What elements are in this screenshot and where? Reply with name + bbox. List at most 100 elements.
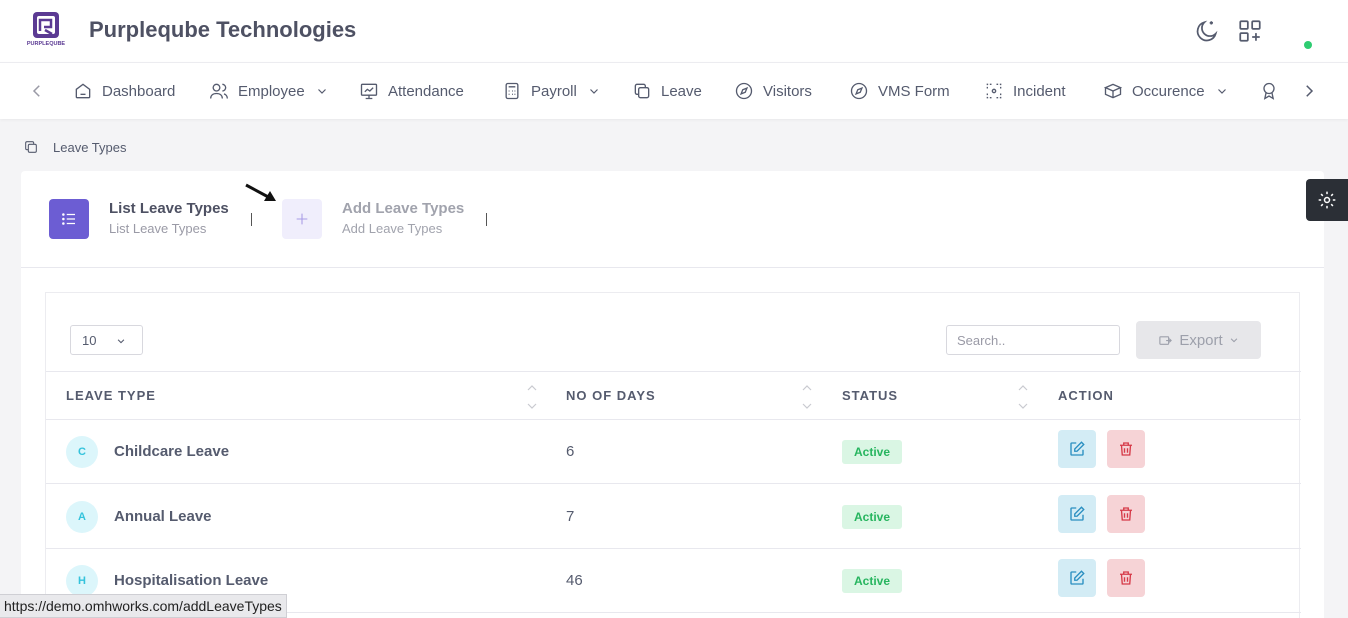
edit-button[interactable] bbox=[1058, 430, 1096, 468]
compass-icon bbox=[850, 82, 868, 100]
award-icon bbox=[1263, 82, 1275, 100]
trash-icon bbox=[1120, 507, 1132, 521]
chevron-down-icon bbox=[1217, 89, 1226, 94]
status-bar-url: https://demo.omhworks.com/addLeaveTypes bbox=[0, 594, 287, 618]
moon-icon[interactable] bbox=[1194, 18, 1220, 44]
page-length-value: 10 bbox=[82, 332, 97, 348]
no-of-days: 7 bbox=[566, 508, 575, 525]
status-badge: Active bbox=[842, 505, 902, 529]
edit-icon bbox=[1070, 506, 1085, 521]
calculator-icon bbox=[505, 82, 519, 100]
nav-item-incident[interactable]: Incident bbox=[984, 63, 1066, 119]
nav-item-dashboard[interactable]: Dashboard bbox=[73, 63, 175, 119]
nav-item-vms-form[interactable]: VMS Form bbox=[849, 63, 950, 119]
status-badge: Active bbox=[842, 569, 902, 593]
chevron-right-icon[interactable] bbox=[1300, 82, 1318, 100]
company-logo[interactable]: PURPLEQUBE bbox=[26, 10, 66, 50]
nav-label: Dashboard bbox=[102, 82, 176, 100]
settings-panel-toggle[interactable] bbox=[1306, 179, 1348, 221]
nav-item-employee[interactable]: Employee bbox=[209, 63, 328, 119]
tab-subtitle: Add Leave Types bbox=[342, 221, 443, 236]
avatar: A bbox=[66, 501, 98, 533]
logo-text: PURPLEQUBE bbox=[27, 41, 66, 47]
leave-type-name: Childcare Leave bbox=[114, 443, 230, 460]
annotation-arrow-icon bbox=[245, 183, 276, 201]
status-badge: Active bbox=[842, 440, 902, 464]
nav-item-awards[interactable] bbox=[1259, 63, 1279, 119]
chevron-down-icon bbox=[117, 339, 125, 344]
gear-icon bbox=[1318, 191, 1336, 209]
copy-icon bbox=[634, 83, 650, 99]
breadcrumb-label: Leave Types bbox=[53, 139, 127, 155]
chevron-left-icon[interactable] bbox=[28, 82, 46, 100]
edit-icon bbox=[1070, 441, 1085, 456]
tab-subtitle: List Leave Types bbox=[109, 221, 207, 236]
sort-icon[interactable] bbox=[1018, 384, 1028, 410]
monitor-chart-icon bbox=[360, 83, 378, 100]
brand-name: Purpleqube Technologies bbox=[89, 17, 357, 42]
nav-item-occurence[interactable]: Occurence bbox=[1103, 63, 1228, 119]
nav-label: Leave bbox=[661, 82, 702, 100]
edit-button[interactable] bbox=[1058, 559, 1096, 597]
nav-item-leave[interactable]: Leave bbox=[632, 63, 702, 119]
table-row: C Childcare Leave 6 Active bbox=[46, 420, 1301, 484]
table-header: LEAVE TYPE NO OF DAYS STATUS ACTION bbox=[46, 371, 1301, 420]
tab-list-leave-types[interactable] bbox=[49, 199, 89, 239]
tab-separator bbox=[486, 213, 487, 226]
tab-add-leave-types[interactable] bbox=[282, 199, 322, 239]
nav-item-attendance[interactable]: Attendance bbox=[359, 63, 464, 119]
online-status-dot bbox=[1304, 41, 1312, 49]
column-header-no-of-days[interactable]: NO OF DAYS bbox=[566, 388, 656, 403]
users-icon bbox=[210, 83, 228, 99]
column-header-action: ACTION bbox=[1058, 388, 1114, 403]
app-header: PURPLEQUBE Purpleqube Technologies bbox=[0, 0, 1348, 62]
focus-icon bbox=[986, 83, 1002, 99]
nav-label: Incident bbox=[1013, 82, 1066, 100]
apps-icon[interactable] bbox=[1237, 18, 1263, 44]
search-input[interactable] bbox=[946, 325, 1120, 355]
tab-title[interactable]: Add Leave Types bbox=[342, 200, 464, 217]
page-length-select[interactable]: 10 bbox=[70, 325, 143, 355]
leave-types-card: List Leave Types List Leave Types Add Le… bbox=[21, 171, 1324, 618]
tab-title[interactable]: List Leave Types bbox=[109, 200, 229, 217]
nav-label: Visitors bbox=[763, 82, 812, 100]
tabs-row: List Leave Types List Leave Types Add Le… bbox=[21, 171, 1324, 268]
export-button[interactable]: Export bbox=[1136, 321, 1261, 359]
home-icon bbox=[75, 83, 91, 99]
nav-item-visitors[interactable]: Visitors bbox=[734, 63, 812, 119]
tab-separator bbox=[251, 213, 252, 226]
column-header-status[interactable]: STATUS bbox=[842, 388, 898, 403]
nav-label: Occurence bbox=[1132, 82, 1205, 100]
nav-label: Payroll bbox=[531, 82, 577, 100]
compass-icon bbox=[735, 82, 753, 100]
breadcrumb: Leave Types bbox=[23, 139, 126, 155]
edit-button[interactable] bbox=[1058, 495, 1096, 533]
trash-icon bbox=[1120, 571, 1132, 585]
table-wrapper: 10 Export LEAVE TYPE NO OF DAYS STATUS A… bbox=[45, 292, 1301, 618]
list-icon bbox=[62, 213, 75, 225]
avatar: C bbox=[66, 436, 98, 468]
chevron-down-icon bbox=[1230, 338, 1237, 343]
edit-icon bbox=[1070, 570, 1085, 585]
copy-icon bbox=[25, 141, 37, 153]
table-row: A Annual Leave 7 Active bbox=[46, 485, 1301, 549]
column-header-leave-type[interactable]: LEAVE TYPE bbox=[66, 388, 156, 403]
no-of-days: 6 bbox=[566, 443, 575, 460]
main-nav: Dashboard Employee Attendance Payroll Le… bbox=[0, 62, 1348, 119]
leave-type-name: Hospitalisation Leave bbox=[114, 572, 269, 589]
nav-label: VMS Form bbox=[878, 82, 950, 100]
delete-button[interactable] bbox=[1107, 495, 1145, 533]
delete-button[interactable] bbox=[1107, 430, 1145, 468]
avatar: H bbox=[66, 565, 98, 597]
trash-icon bbox=[1120, 442, 1132, 456]
boxes-icon bbox=[1103, 83, 1123, 99]
chevron-down-icon bbox=[317, 89, 326, 94]
export-icon bbox=[1159, 335, 1173, 345]
sort-icon[interactable] bbox=[527, 384, 537, 410]
sort-icon[interactable] bbox=[802, 384, 812, 410]
chevron-down-icon bbox=[589, 89, 598, 94]
no-of-days: 46 bbox=[566, 572, 583, 589]
nav-item-payroll[interactable]: Payroll bbox=[502, 63, 600, 119]
export-label: Export bbox=[1179, 331, 1223, 349]
delete-button[interactable] bbox=[1107, 559, 1145, 597]
